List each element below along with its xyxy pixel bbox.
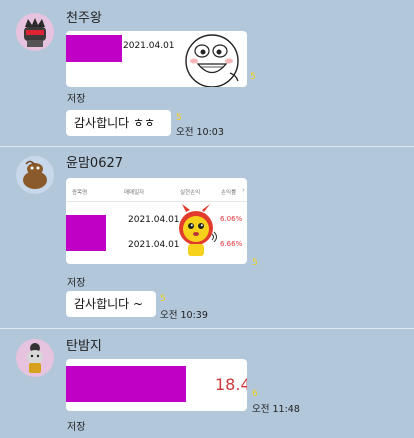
chat-bubble[interactable]: 감사합니다 ~ bbox=[66, 291, 156, 317]
column-header: 손익률 bbox=[221, 190, 237, 196]
avatar[interactable] bbox=[16, 339, 54, 377]
image-card[interactable]: 2021.04.01 bbox=[66, 31, 247, 87]
unread-count: 5 bbox=[160, 294, 166, 304]
header-underline bbox=[66, 201, 247, 202]
profit-rate: 6.66% bbox=[220, 240, 243, 248]
message-divider bbox=[0, 328, 414, 329]
column-header: 종목명 bbox=[72, 190, 88, 196]
redaction-block bbox=[66, 35, 122, 62]
trade-date: 2021.04.01 bbox=[128, 240, 180, 250]
image-card[interactable]: 18.4 bbox=[66, 359, 247, 411]
message-time: 오전 10:39 bbox=[160, 310, 208, 321]
redaction-block bbox=[66, 215, 106, 251]
sender-name: 천주왕 bbox=[66, 11, 102, 26]
trade-date: 2021.04.01 bbox=[128, 215, 180, 225]
save-link[interactable]: 저장 bbox=[67, 418, 85, 433]
column-header: 실현손익 bbox=[180, 190, 201, 196]
save-link[interactable]: 저장 bbox=[67, 90, 85, 105]
save-link[interactable]: 저장 bbox=[67, 274, 85, 289]
profit-rate: 6.06% bbox=[220, 215, 243, 223]
grinning-emoticon bbox=[185, 34, 239, 87]
column-header: 매매일자 bbox=[124, 190, 145, 196]
unread-count: 5 bbox=[176, 113, 182, 123]
profit-value: 18.4 bbox=[215, 375, 247, 394]
avatar[interactable] bbox=[16, 13, 54, 51]
chevron-right-icon: › bbox=[242, 186, 245, 194]
chat-bubble[interactable]: 감사합니다 ㅎㅎ bbox=[66, 110, 171, 136]
sender-name: 윤맘0627 bbox=[66, 156, 124, 171]
message-time: 오전 11:48 bbox=[252, 404, 300, 415]
unread-count: 5 bbox=[250, 72, 256, 82]
avatar[interactable] bbox=[16, 156, 54, 194]
sender-name: 탄밤지 bbox=[66, 339, 102, 354]
redaction-block bbox=[66, 366, 186, 402]
message-divider bbox=[0, 146, 414, 147]
unread-count: 5 bbox=[252, 258, 258, 268]
character-emoticon bbox=[179, 204, 217, 256]
trade-date: 2021.04.01 bbox=[123, 41, 175, 51]
image-card[interactable]: 종목명 매매일자 실현손익 손익률 › 2021.04.01 2021.04.0… bbox=[66, 178, 247, 264]
unread-count: 6 bbox=[252, 389, 258, 399]
message-time: 오전 10:03 bbox=[176, 127, 224, 138]
